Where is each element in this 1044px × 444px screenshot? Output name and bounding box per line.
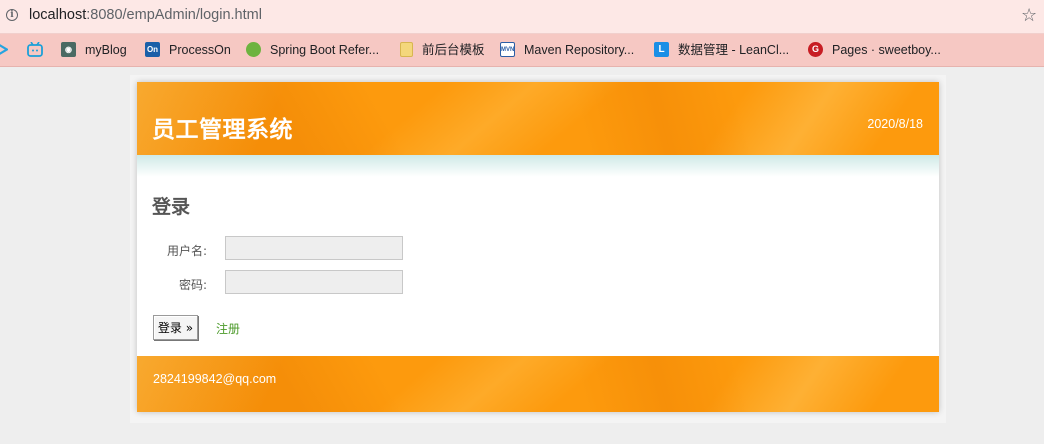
- mvn-logo-icon: MVN: [500, 42, 515, 58]
- play-icon: [0, 42, 10, 57]
- current-date: 2020/8/18: [867, 117, 923, 131]
- folder-icon: [400, 42, 413, 58]
- bookmark-leancloud[interactable]: L 数据管理 - LeanCl...: [654, 40, 789, 60]
- bookmark-templates[interactable]: 前后台模板: [400, 40, 485, 60]
- gitee-icon: G: [808, 42, 823, 58]
- register-link[interactable]: 注册: [216, 320, 240, 337]
- url-path: :8080/empAdmin/login.html: [86, 7, 262, 23]
- bilibili-tv-icon: [27, 41, 43, 58]
- url-field[interactable]: localhost:8080/empAdmin/login.html: [29, 7, 262, 23]
- bookmark-pages[interactable]: G Pages · sweetboy...: [808, 40, 941, 60]
- leancloud-icon: L: [654, 42, 669, 58]
- site-title: 员工管理系统: [152, 117, 293, 143]
- login-heading: 登录: [152, 196, 191, 218]
- bookmark-maven[interactable]: MVN Maven Repository...: [500, 40, 634, 60]
- bookmark-myblog[interactable]: ◉ myBlog: [61, 40, 127, 60]
- game-controller-icon: ◉: [61, 42, 76, 58]
- login-card: 员工管理系统 2020/8/18 登录 用户名: 密码: 登录 » 注册 282…: [137, 82, 939, 412]
- info-icon[interactable]: i: [6, 9, 18, 21]
- bookmark-play[interactable]: [0, 40, 17, 60]
- password-label: 密码:: [178, 278, 207, 292]
- bookmark-spring-boot[interactable]: Spring Boot Refer...: [246, 40, 379, 60]
- bookmark-label: ProcessOn: [169, 43, 231, 57]
- bookmark-star-icon[interactable]: ☆: [1021, 5, 1037, 26]
- bookmark-label: myBlog: [85, 43, 127, 57]
- username-label: 用户名:: [166, 244, 207, 258]
- header-banner: 员工管理系统 2020/8/18: [137, 82, 939, 155]
- url-host: localhost: [29, 7, 87, 23]
- bookmark-label: Pages · sweetboy...: [832, 43, 941, 57]
- on-logo-icon: On: [145, 42, 160, 58]
- footer-email: 2824199842@qq.com: [153, 372, 277, 386]
- bookmark-label: 数据管理 - LeanCl...: [678, 43, 790, 57]
- bookmarks-bar: ◉ myBlog On ProcessOn Spring Boot Refer...…: [0, 34, 1044, 67]
- header-divider: [137, 155, 939, 177]
- username-input[interactable]: [225, 236, 403, 260]
- spring-leaf-icon: [246, 42, 261, 58]
- bookmark-processon[interactable]: On ProcessOn: [145, 40, 231, 60]
- bookmark-label: 前后台模板: [422, 43, 485, 57]
- bookmark-bilibili[interactable]: [27, 40, 51, 60]
- login-button[interactable]: 登录 »: [153, 315, 198, 340]
- bookmark-label: Spring Boot Refer...: [270, 43, 380, 57]
- address-bar[interactable]: i localhost:8080/empAdmin/login.html ☆: [0, 0, 1044, 34]
- password-input[interactable]: [225, 270, 403, 294]
- bookmark-label: Maven Repository...: [524, 43, 635, 57]
- footer-banner: 2824199842@qq.com: [137, 356, 939, 412]
